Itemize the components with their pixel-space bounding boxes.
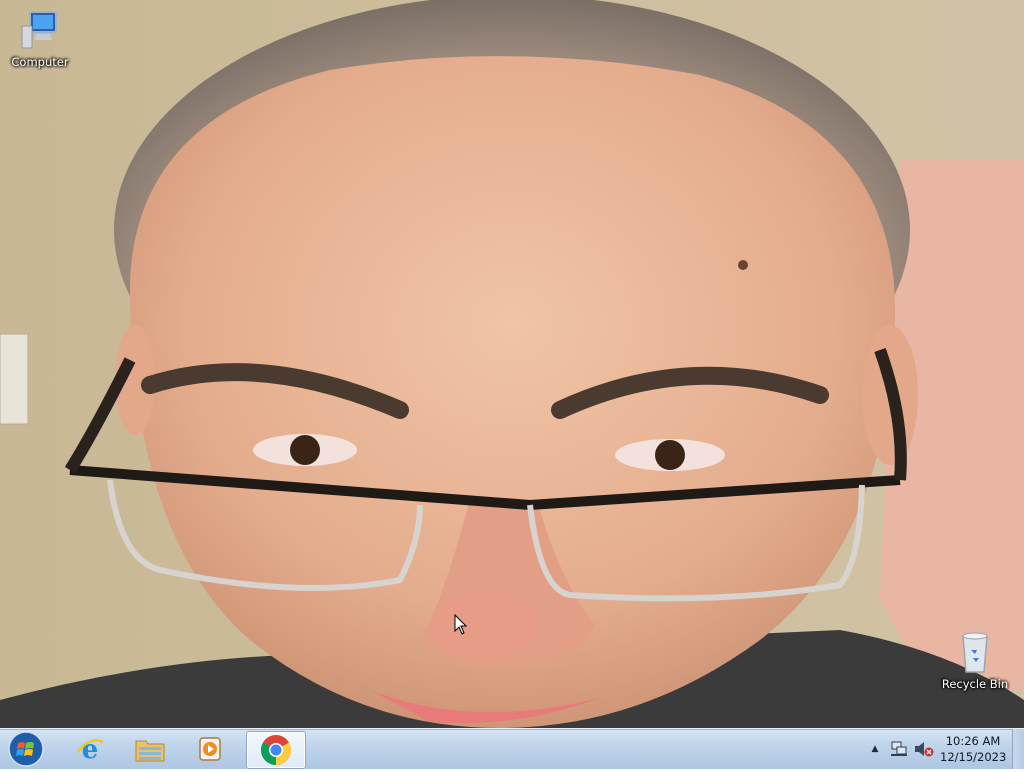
desktop-icon-recycle-bin[interactable]: Recycle Bin [937,628,1013,691]
start-button[interactable] [4,730,48,768]
desktop-icon-computer[interactable]: Computer [2,6,78,69]
file-explorer-icon [135,740,165,762]
windows-start-orb-icon [8,731,44,767]
show-hidden-icons-button[interactable]: ▲ [868,742,882,756]
clock-date: 12/15/2023 [940,750,1007,764]
mouse-cursor-icon [454,613,468,636]
taskbar-internet-explorer-button[interactable]: e [62,731,118,767]
windows-media-player-icon [199,737,221,761]
recycle-bin-icon [951,628,999,676]
volume-muted-icon[interactable] [914,741,934,757]
clock-time: 10:26 AM [945,734,1001,748]
computer-icon [16,6,64,54]
desktop-icon-label: Computer [11,55,69,69]
internet-explorer-icon: e [77,735,104,764]
wallpaper-photo [0,0,1024,728]
google-chrome-icon [260,735,292,765]
network-icon[interactable] [890,741,908,757]
system-clock[interactable]: 10:26 AM 12/15/2023 [940,733,1006,765]
desktop-wallpaper [0,0,1024,728]
show-desktop-button[interactable] [1012,729,1024,769]
taskbar-media-player-button[interactable] [182,731,238,767]
taskbar-chrome-button[interactable] [246,731,306,769]
taskbar: e ▲ 10:26 AM 12/15/2023 [0,728,1024,769]
taskbar-file-explorer-button[interactable] [122,731,178,767]
desktop-icon-label: Recycle Bin [941,677,1009,691]
